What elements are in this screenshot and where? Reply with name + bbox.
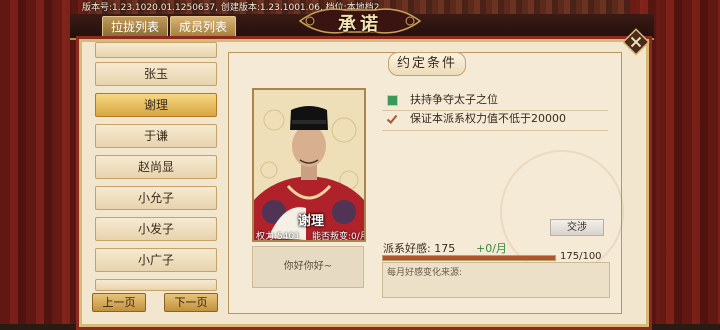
list-item[interactable]: 赵尚显 — [95, 155, 217, 179]
tab-recruit-list[interactable]: 拉拢列表 — [102, 16, 169, 38]
negotiate-button[interactable]: 交涉 — [550, 219, 604, 236]
list-item[interactable]: 小发子 — [95, 217, 217, 241]
power-stat: 权力:5401 — [256, 232, 300, 242]
check-icon — [386, 114, 398, 124]
condition-text: 保证本派系权力值不低于20000 — [410, 112, 566, 125]
next-page-button[interactable]: 下一页 — [164, 293, 218, 312]
character-name: 谢理 — [298, 214, 325, 229]
favor-progress-bar — [382, 255, 556, 261]
close-button[interactable] — [622, 28, 650, 56]
close-icon — [622, 28, 650, 56]
condition-text: 扶持争夺太子之位 — [410, 93, 498, 106]
favor-source-label: 每月好感变化来源: — [387, 268, 463, 278]
favor-ratio: 175/100 — [560, 251, 602, 262]
favor-label: 派系好感: 175 — [383, 242, 456, 255]
character-portrait: 谢理 权力:5401 能否叛变:0/月 — [252, 88, 366, 242]
member-list[interactable]: 张玉 谢理 于谦 赵尚显 小允子 小发子 小广子 — [90, 40, 220, 324]
favor-progress-fill — [383, 256, 555, 260]
prev-page-button[interactable]: 上一页 — [92, 293, 146, 312]
tab-member-list[interactable]: 成员列表 — [170, 16, 237, 38]
list-item-partial-top — [95, 42, 217, 58]
title-plaque: 承诺 — [290, 4, 430, 38]
list-item[interactable]: 小广子 — [95, 248, 217, 272]
list-item[interactable]: 小允子 — [95, 186, 217, 210]
conditions-title: 约定条件 — [388, 52, 466, 76]
green-square-icon — [387, 95, 398, 106]
list-item-selected[interactable]: 谢理 — [95, 93, 217, 117]
betrayal-stat: 能否叛变:0/月 — [312, 232, 366, 242]
favor-rate: +0/月 — [476, 242, 507, 255]
list-item-partial-bottom — [95, 279, 217, 291]
list-item[interactable]: 于谦 — [95, 124, 217, 148]
page-title: 承诺 — [338, 14, 382, 35]
greeting-box: 你好你好~ — [252, 246, 364, 288]
divider — [382, 130, 608, 131]
list-item[interactable]: 张玉 — [95, 62, 217, 86]
favor-source-box: 每月好感变化来源: — [382, 262, 610, 298]
